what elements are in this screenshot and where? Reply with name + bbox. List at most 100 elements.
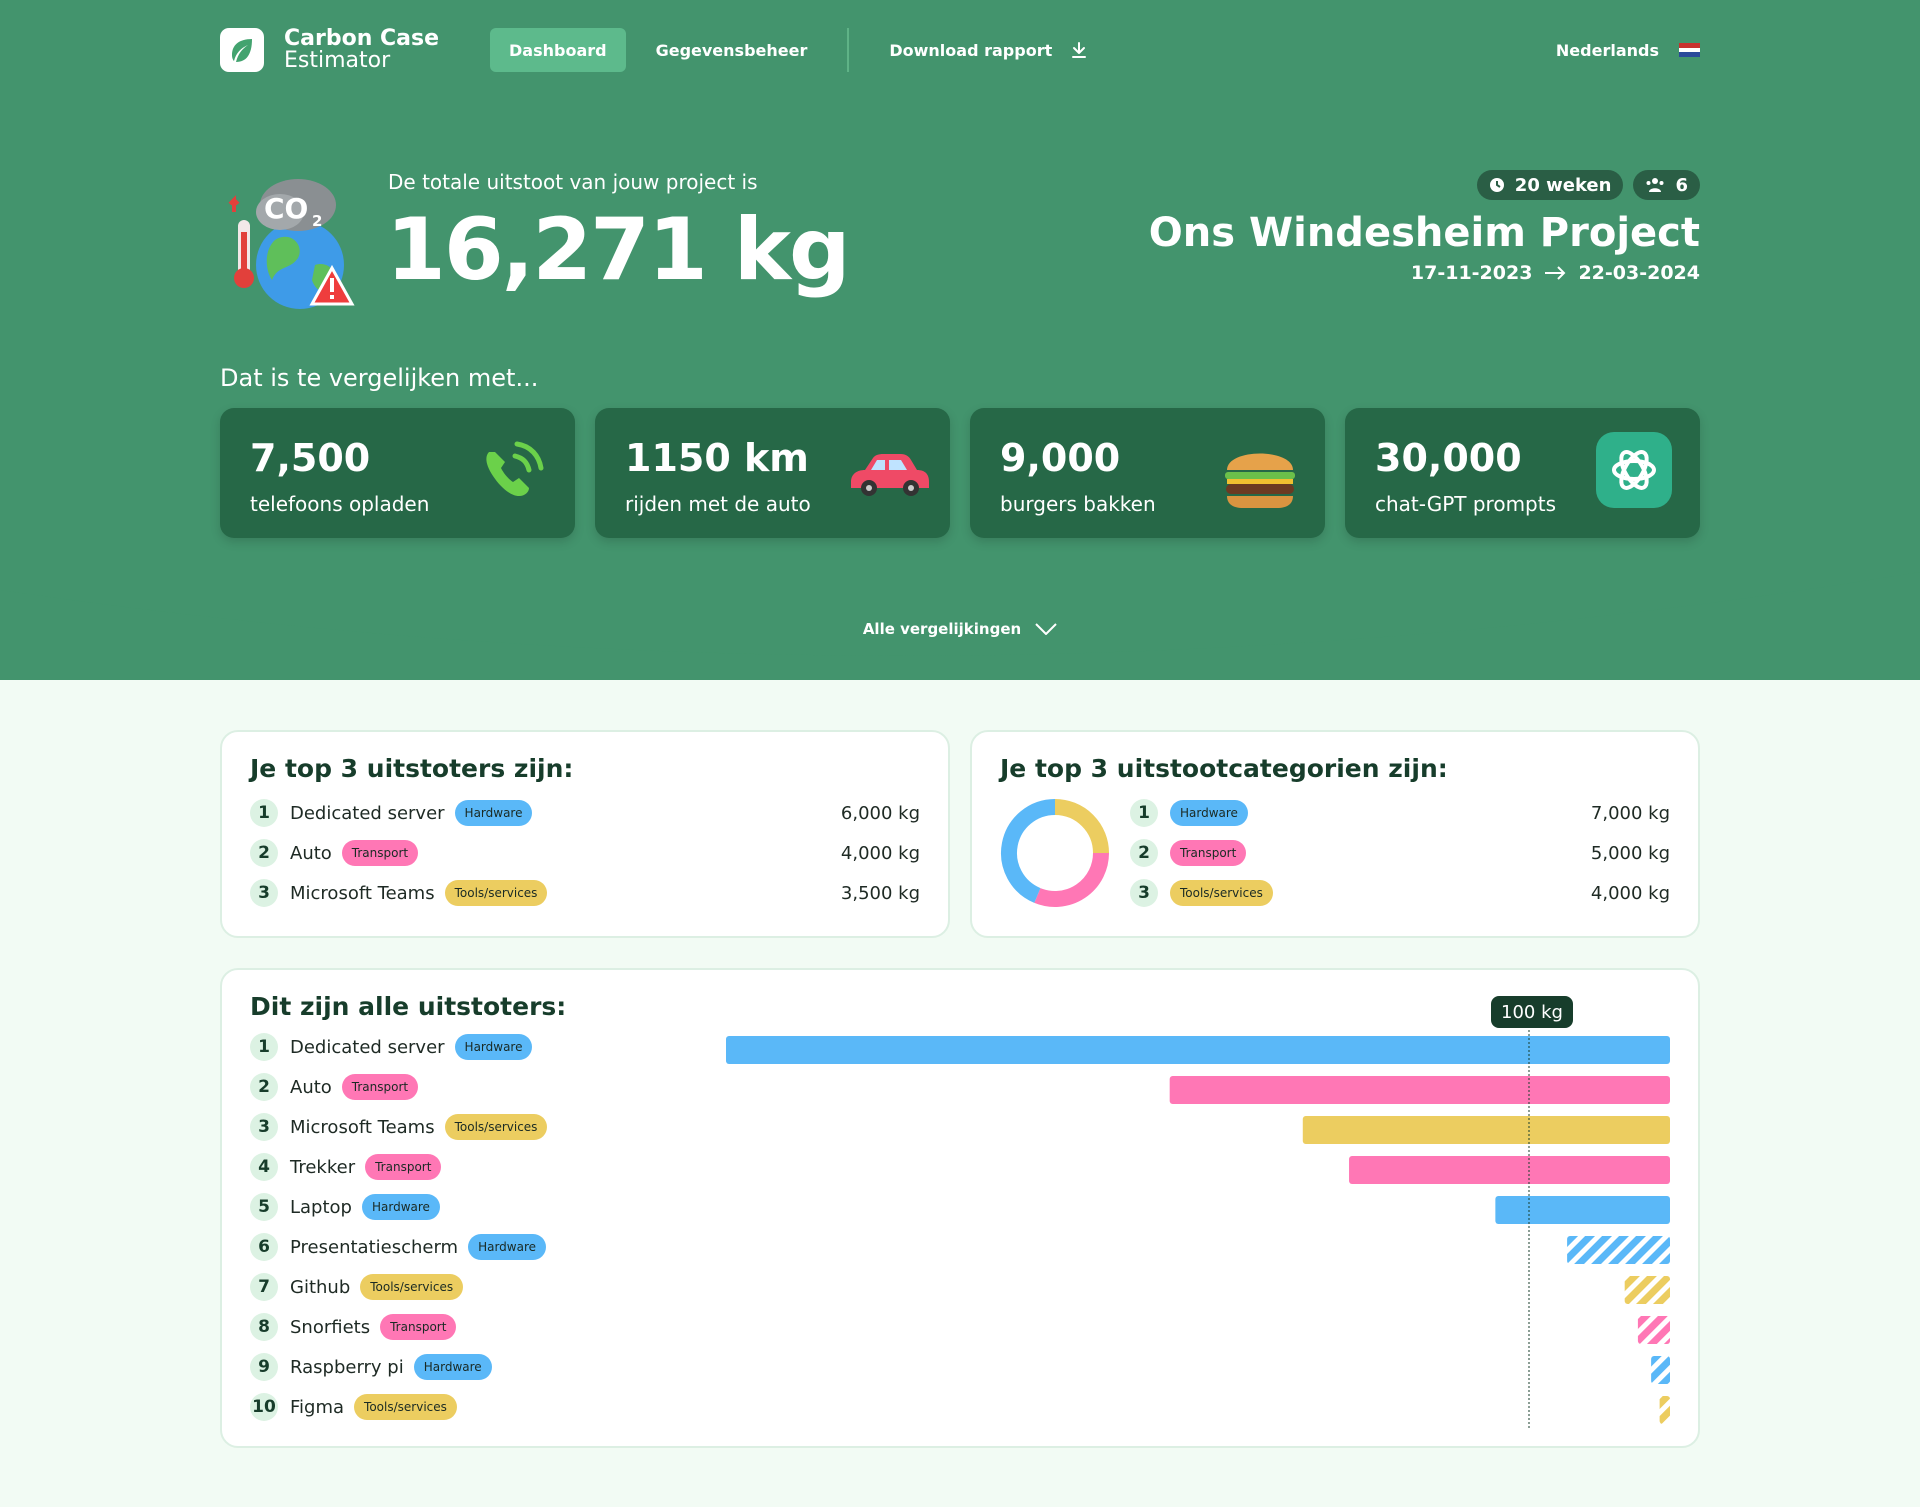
svg-text:2: 2 [312, 212, 322, 230]
compare-heading: Dat is te vergelijken met... [220, 364, 539, 392]
donut-slice [1001, 799, 1056, 903]
emitter-bar [1567, 1236, 1670, 1264]
list-item: 1 Dedicated server Hardware [250, 798, 533, 828]
category-tag: Tools/services [444, 1114, 548, 1140]
emitter-bar [1624, 1276, 1670, 1304]
emitter-bar [1637, 1316, 1670, 1344]
nav-dashboard[interactable]: Dashboard [490, 28, 626, 72]
category-tag: Tools/services [354, 1394, 457, 1420]
top-nav: Carbon Case Estimator Dashboard Gegevens… [220, 28, 1700, 72]
svg-text:CO: CO [264, 192, 308, 225]
rank-badge: 1 [250, 799, 278, 827]
category-tag: Hardware [454, 800, 533, 826]
emitter-name: Snorfiets [290, 1316, 371, 1338]
category-tag: Hardware [454, 1034, 533, 1060]
list-item: 3 Microsoft Teams Tools/services [250, 878, 548, 908]
top-emitters-panel: Je top 3 uitstoters zijn: 1 Dedicated se… [220, 730, 950, 938]
category-tag: Transport [1170, 840, 1247, 866]
all-comparisons-toggle[interactable]: Alle vergelijkingen [0, 620, 1920, 638]
comparison-card-burger: 9,000 burgers bakken [970, 408, 1325, 538]
category-tag: Tools/services [444, 880, 548, 906]
comparison-value: 9,000 [1000, 436, 1121, 480]
duration-label: 20 weken [1514, 174, 1612, 196]
emitter-name: Dedicated server [290, 802, 445, 824]
rank-badge: 3 [250, 1113, 278, 1141]
rank-badge: 7 [250, 1273, 278, 1301]
emitter-row: 3 Microsoft Teams Tools/services [250, 1112, 548, 1142]
download-icon [1072, 42, 1087, 58]
project-info: 20 weken 6 Ons Windesheim Project 17-11-… [1100, 170, 1700, 284]
comparison-label: chat-GPT prompts [1375, 492, 1557, 516]
members-chip: 6 [1633, 170, 1700, 200]
project-name: Ons Windesheim Project [1148, 210, 1700, 256]
emitter-name: Auto [290, 842, 332, 864]
emitter-row: 7 Github Tools/services [250, 1272, 464, 1302]
emitter-bar [1169, 1076, 1670, 1104]
emitter-name: Microsoft Teams [290, 1116, 435, 1138]
donut-slice [1034, 852, 1109, 907]
category-tag: Transport [365, 1154, 442, 1180]
list-item: 2 Transport [1130, 838, 1247, 868]
emitter-name: Auto [290, 1076, 332, 1098]
language-label: Nederlands [1555, 40, 1659, 60]
emitter-name: Figma [290, 1396, 345, 1418]
emitter-name: Dedicated server [290, 1036, 445, 1058]
rank-badge: 8 [250, 1313, 278, 1341]
category-tag: Hardware [361, 1194, 440, 1220]
list-item: 2 Auto Transport [250, 838, 419, 868]
top-categories-title: Je top 3 uitstootcategorien zijn: [1000, 754, 1448, 783]
leaf-icon [232, 39, 252, 62]
rank-badge: 10 [250, 1393, 278, 1421]
rank-badge: 3 [1130, 879, 1158, 907]
comparison-cards: 7,500 telefoons opladen 1150 km rijden m… [220, 408, 1700, 538]
emitter-row: 1 Dedicated server Hardware [250, 1032, 533, 1062]
chatgpt-icon [1596, 432, 1672, 508]
duration-chip: 20 weken [1476, 170, 1624, 200]
comparison-card-car: 1150 km rijden met de auto [595, 408, 950, 538]
category-tag: Tools/services [1170, 880, 1273, 906]
emitter-row: 6 Presentatiescherm Hardware [250, 1232, 547, 1262]
rank-badge: 5 [250, 1193, 278, 1221]
hero-subtitle: De totale uitstoot van jouw project is [388, 170, 758, 194]
dutch-flag-icon [1679, 43, 1700, 58]
end-date: 22-03-2024 [1578, 262, 1700, 284]
chevron-down-icon [1035, 623, 1057, 635]
emitter-name: Github [290, 1276, 351, 1298]
nav-divider [847, 28, 850, 72]
emitter-amount: 6,000 kg [840, 802, 920, 824]
arrow-right-icon [1545, 266, 1566, 280]
emitter-bar [726, 1036, 1670, 1064]
comparison-label: telefoons opladen [250, 492, 430, 516]
co2-earth-icon: CO 2 [228, 179, 355, 309]
people-icon [1646, 178, 1664, 192]
category-tag: Hardware [1170, 800, 1248, 826]
project-dates: 17-11-2023 22-03-2024 [1100, 262, 1700, 284]
burger-icon [1225, 453, 1295, 508]
emitter-amount: 4,000 kg [840, 842, 920, 864]
emitter-bar [1349, 1156, 1670, 1184]
rank-badge: 2 [250, 839, 278, 867]
comparison-value: 30,000 [1375, 436, 1522, 480]
list-item: 3 Tools/services [1130, 878, 1273, 908]
nav-data-management[interactable]: Gegevensbeheer [637, 28, 827, 72]
category-tag: Transport [341, 1074, 419, 1100]
language-selector[interactable]: Nederlands [1556, 28, 1700, 72]
app-name-line2: Estimator [284, 48, 391, 73]
donut-slice [1054, 799, 1109, 854]
emitter-name: Trekker [290, 1156, 356, 1178]
app-name-line1: Carbon Case [284, 26, 440, 51]
phone-icon [486, 441, 544, 496]
emitter-bar [1659, 1396, 1670, 1424]
emitter-row: 9 Raspberry pi Hardware [250, 1352, 492, 1382]
logo[interactable] [220, 28, 264, 72]
members-count: 6 [1675, 174, 1688, 196]
app-name: Carbon Case Estimator [284, 28, 454, 72]
comparison-card-chatgpt: 30,000 chat-GPT prompts [1345, 408, 1700, 538]
emitter-bar [1302, 1116, 1670, 1144]
comparison-value: 1150 km [625, 436, 809, 480]
emitter-amount: 3,500 kg [840, 882, 920, 904]
emitter-name: Presentatiescherm [290, 1236, 459, 1258]
download-report-button[interactable]: Download rapport [870, 28, 1105, 72]
comparison-value: 7,500 [250, 436, 371, 480]
rank-badge: 2 [250, 1073, 278, 1101]
